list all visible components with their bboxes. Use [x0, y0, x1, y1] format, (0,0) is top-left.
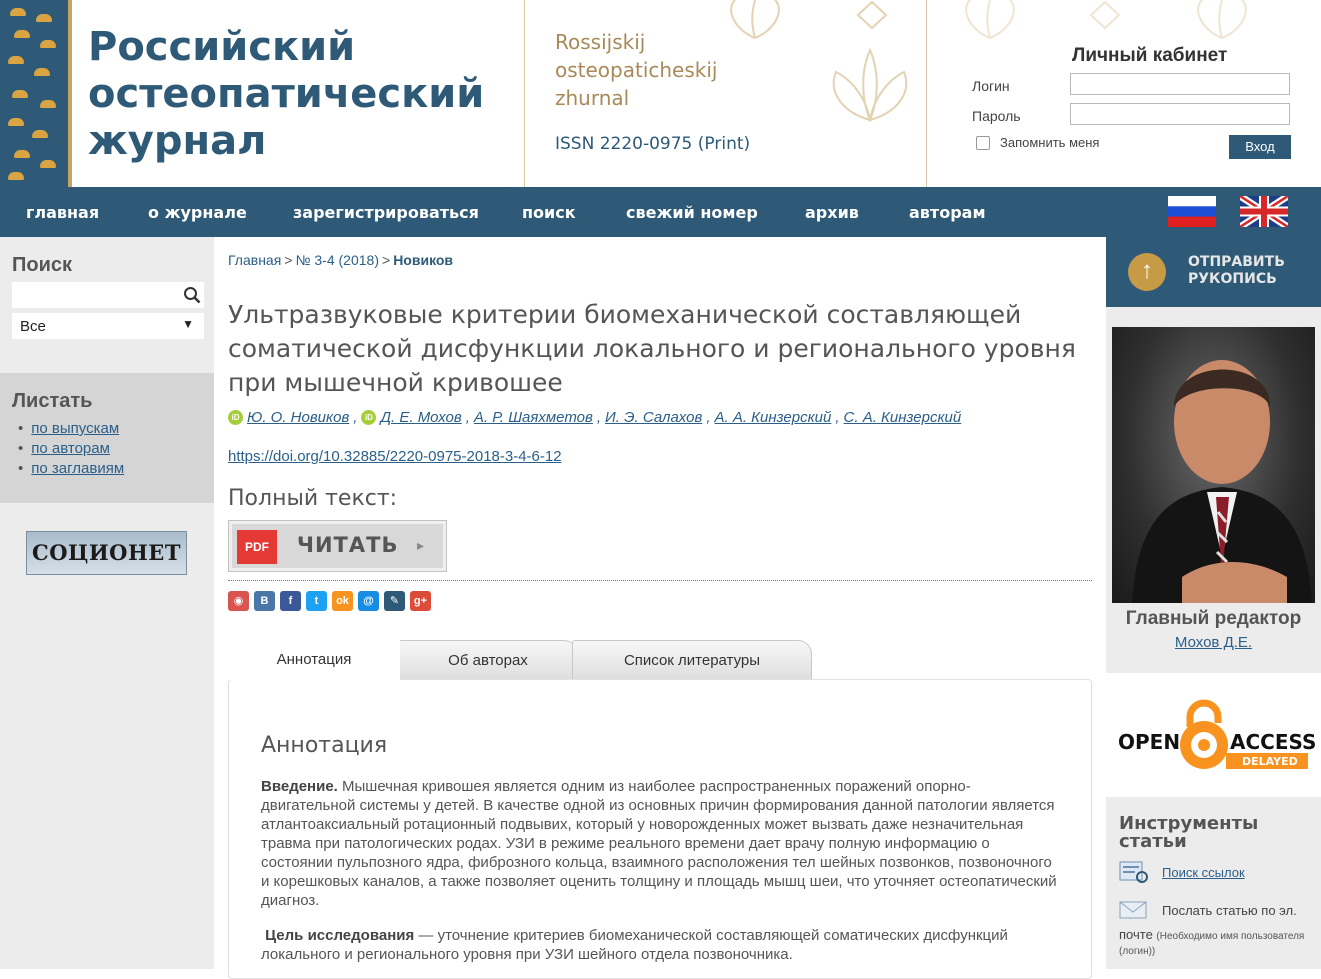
article-title: Ультразвуковые критерии биомеханической …	[228, 300, 1076, 397]
login-button[interactable]: Вход	[1229, 135, 1291, 159]
ornament-icon	[1197, 0, 1247, 39]
list-item[interactable]: по заглавиям	[18, 459, 124, 479]
vk-icon[interactable]: B	[254, 591, 275, 611]
email-icon	[1119, 901, 1147, 919]
nav-item-archive[interactable]: архив	[805, 203, 859, 222]
share-buttons: ◉ Bf t ok @ ✎ g+	[228, 591, 431, 611]
search-heading: Поиск	[12, 254, 73, 276]
left-sidebar	[0, 237, 214, 969]
nav-item-search[interactable]: поиск	[522, 203, 576, 222]
tab-about-authors[interactable]: Об авторах	[398, 640, 578, 680]
chevron-right-icon: ▸	[417, 537, 425, 553]
rss-icon[interactable]: ◉	[228, 591, 249, 611]
dropdown-arrow-icon: ▼	[182, 317, 194, 331]
list-item[interactable]: по выпускам	[18, 419, 124, 439]
main-nav: главная о журнале зарегистрироваться пои…	[0, 187, 1321, 237]
breadcrumb-home[interactable]: Главная	[228, 252, 281, 268]
socionet-logo[interactable]: СОЦИОНЕТ	[26, 531, 187, 575]
orcid-icon[interactable]: iD	[228, 410, 243, 425]
author-link[interactable]: Ю. О. Новиков	[247, 409, 349, 426]
journal-title[interactable]: Российский остеопатический журнал	[88, 24, 508, 165]
editor-photo	[1112, 327, 1315, 603]
editor-name-link[interactable]: Мохов Д.Е.	[1106, 634, 1321, 651]
uk-flag-icon[interactable]	[1240, 196, 1288, 227]
journal-title-latin: Rossijskij osteopaticheskij zhurnal	[555, 30, 718, 110]
tool-email-article[interactable]: Послать статью по эл.	[1118, 898, 1297, 922]
open-access-icon: OPEN ACCESS DELAYED	[1118, 699, 1316, 769]
googleplus-icon[interactable]: g+	[410, 591, 431, 611]
login-label: Логин	[972, 78, 1010, 94]
author-link[interactable]: А. А. Кинзерский	[714, 409, 831, 426]
breadcrumb-current: Новиков	[393, 252, 454, 268]
password-input[interactable]	[1070, 103, 1290, 125]
search-scope-select[interactable]: Все ▼	[12, 313, 204, 339]
find-references-link[interactable]: Поиск ссылок	[1162, 865, 1245, 880]
divider	[228, 580, 1092, 581]
site-header: Российский остеопатический журнал Rossij…	[0, 0, 1321, 187]
nav-item-authors[interactable]: авторам	[909, 203, 986, 222]
facebook-icon[interactable]: f	[280, 591, 301, 611]
sidebar-search-input[interactable]	[12, 282, 204, 308]
password-label: Пароль	[972, 108, 1021, 124]
login-input[interactable]	[1070, 73, 1290, 95]
open-access-badge[interactable]: OPEN ACCESS DELAYED	[1106, 673, 1321, 797]
russian-flag-icon[interactable]	[1168, 196, 1216, 227]
odnoklassniki-icon[interactable]: ok	[332, 591, 353, 611]
logo-strip	[0, 0, 72, 187]
breadcrumb-issue[interactable]: № 3-4 (2018)	[295, 252, 379, 268]
nav-item-current-issue[interactable]: свежий номер	[626, 203, 758, 222]
remember-label: Запомнить меня	[1000, 135, 1100, 150]
svg-text:ACCESS: ACCESS	[1230, 730, 1316, 754]
email-tool-note: почте (Необходимо имя пользователя (логи…	[1119, 927, 1305, 957]
submit-manuscript-button[interactable]: ↑ ОТПРАВИТЬ РУКОПИСЬ	[1106, 237, 1321, 307]
orcid-icon[interactable]: iD	[361, 410, 377, 425]
pdf-icon: PDF	[237, 530, 277, 564]
ornament-icon	[832, 47, 908, 122]
search-icon[interactable]	[183, 286, 201, 304]
ornament-icon	[1089, 0, 1121, 30]
arrow-up-icon: ↑	[1128, 253, 1166, 291]
authors-list: iD Ю. О. Новиков, iD Д. Е. Мохов, А. Р. …	[228, 409, 961, 426]
svg-text:DELAYED: DELAYED	[1242, 755, 1298, 768]
nav-item-about[interactable]: о журнале	[148, 203, 247, 222]
tool-find-references[interactable]: Поиск ссылок	[1118, 860, 1245, 884]
ornament-icon	[730, 0, 780, 39]
remember-me: Запомнить меня	[976, 135, 1099, 150]
livejournal-icon[interactable]: ✎	[384, 591, 405, 611]
nav-item-home[interactable]: главная	[26, 203, 99, 222]
browse-list: по выпускам по авторам по заглавиям	[18, 419, 124, 479]
tab-references[interactable]: Список литературы	[572, 640, 812, 680]
article-tabs: Об авторах Список литературы Аннотация	[228, 640, 1092, 680]
author-link[interactable]: И. Э. Салахов	[605, 409, 702, 426]
ornament-icon	[856, 0, 888, 30]
tab-abstract[interactable]: Аннотация	[228, 640, 400, 680]
twitter-icon[interactable]: t	[306, 591, 327, 611]
editor-heading: Главный редактор	[1125, 608, 1302, 629]
select-value: Все	[20, 318, 46, 335]
remember-checkbox[interactable]	[976, 135, 990, 150]
email-article-label: Послать статью по эл.	[1162, 902, 1297, 918]
browse-heading: Листать	[12, 390, 93, 412]
issn-text: ISSN 2220-0975 (Print)	[555, 134, 751, 154]
fulltext-heading: Полный текст:	[228, 486, 398, 511]
doi-link[interactable]: https://doi.org/10.32885/2220-0975-2018-…	[228, 448, 562, 465]
author-link[interactable]: С. А. Кинзерский	[844, 409, 962, 426]
abstract-goal: Цель исследования — уточнение критериев …	[261, 927, 1008, 963]
abstract-intro: Введение. Мышечная кривошея является одн…	[261, 778, 1057, 909]
ornament-icon	[965, 0, 1015, 39]
read-label: ЧИТАТЬ	[297, 533, 399, 557]
breadcrumb: Главная > № 3-4 (2018) > Новиков	[228, 252, 454, 268]
editor-portrait-image	[1132, 360, 1312, 603]
abstract-heading: Аннотация	[261, 733, 388, 758]
svg-text:OPEN: OPEN	[1118, 730, 1180, 754]
author-link[interactable]: А. Р. Шаяхметов	[474, 409, 593, 426]
find-references-icon	[1119, 861, 1148, 883]
read-pdf-button[interactable]: PDF ЧИТАТЬ ▸	[228, 520, 447, 572]
mail-icon[interactable]: @	[358, 591, 379, 611]
list-item[interactable]: по авторам	[18, 439, 124, 459]
article-tools-heading: Инструменты статьи	[1119, 813, 1259, 852]
nav-item-register[interactable]: зарегистрироваться	[293, 203, 479, 222]
cabinet-title: Личный кабинет	[1072, 45, 1228, 66]
author-link[interactable]: Д. Е. Мохов	[380, 409, 461, 426]
